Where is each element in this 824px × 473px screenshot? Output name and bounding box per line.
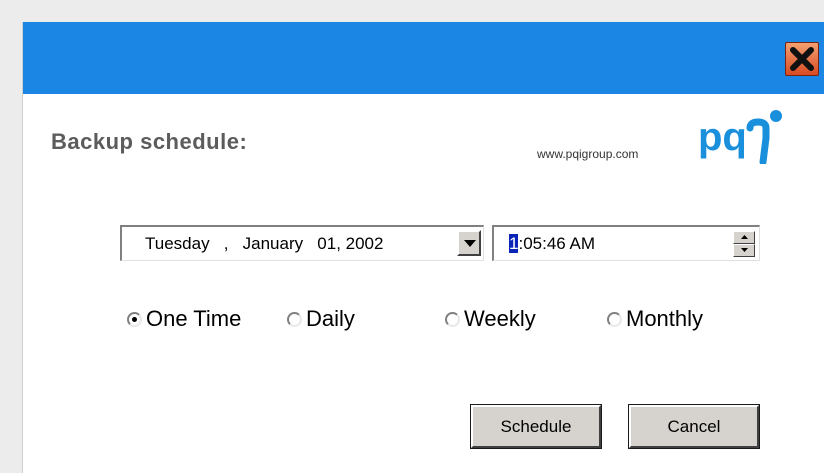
- close-button[interactable]: [785, 42, 819, 76]
- logo-text: pq: [698, 115, 747, 159]
- radio-daily-label[interactable]: Daily: [306, 306, 355, 332]
- spin-up-icon: [741, 235, 748, 239]
- spin-down-button[interactable]: [733, 244, 755, 257]
- backup-schedule-dialog: Backup schedule: www.pqigroup.com pq Tue…: [22, 22, 824, 473]
- time-value[interactable]: 1:05:46 AM: [509, 234, 595, 254]
- time-rest[interactable]: :05:46 AM: [518, 234, 595, 253]
- date-value[interactable]: Tuesday , January 01, 2002: [145, 234, 383, 254]
- radio-weekly-label[interactable]: Weekly: [464, 306, 536, 332]
- date-dropdown-button[interactable]: [457, 230, 481, 256]
- chevron-down-icon: [464, 240, 476, 247]
- radio-daily-circle[interactable]: [287, 312, 302, 327]
- radio-weekly-circle[interactable]: [445, 312, 460, 327]
- radio-monthly-label[interactable]: Monthly: [626, 306, 703, 332]
- title-bar: [23, 22, 824, 94]
- close-x-icon: [790, 47, 814, 71]
- schedule-button[interactable]: Schedule: [470, 404, 602, 449]
- cancel-button[interactable]: Cancel: [628, 404, 760, 449]
- radio-one-time-circle[interactable]: [127, 312, 142, 327]
- dialog-title: Backup schedule:: [51, 129, 248, 154]
- time-spinner[interactable]: [733, 231, 755, 257]
- spin-down-icon: [741, 248, 748, 252]
- pqi-logo: pq: [698, 110, 782, 164]
- logo-dot-icon: [770, 110, 782, 122]
- spin-up-button[interactable]: [733, 231, 755, 244]
- radio-monthly-circle[interactable]: [607, 312, 622, 327]
- date-picker[interactable]: Tuesday , January 01, 2002: [120, 225, 484, 261]
- time-picker[interactable]: 1:05:46 AM: [492, 225, 760, 261]
- radio-one-time-label[interactable]: One Time: [146, 306, 241, 332]
- website-url: www.pqigroup.com: [537, 147, 639, 161]
